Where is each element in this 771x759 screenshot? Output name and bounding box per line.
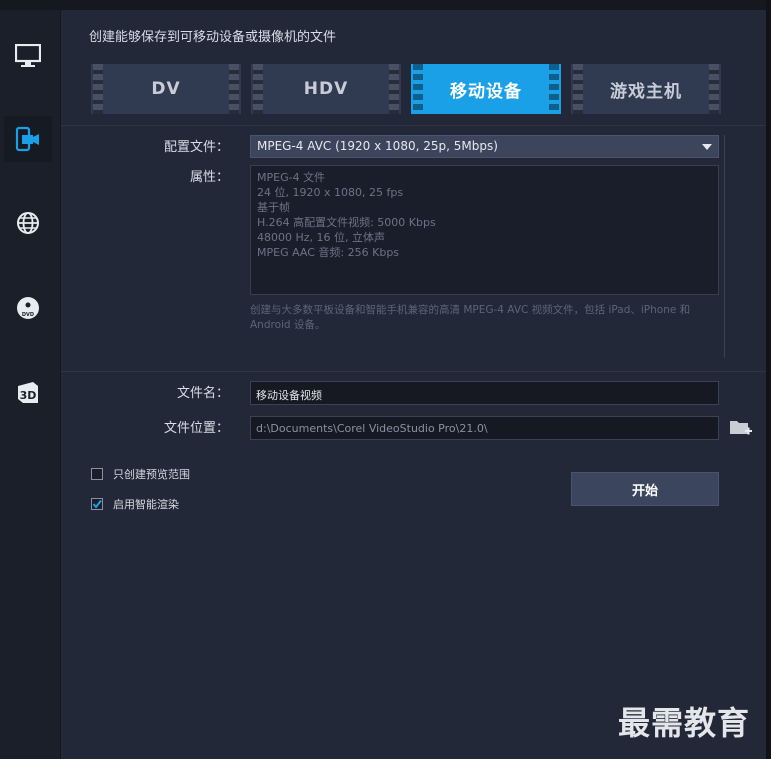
tab-game-console[interactable]: 游戏主机 [571,64,721,114]
tab-mobile-device[interactable]: 移动设备 [411,64,561,114]
sidebar-item-3d[interactable]: 3D [4,370,52,416]
chevron-down-icon [702,144,712,150]
property-line: H.264 高配置文件视频: 5000 Kbps [257,216,436,229]
film-perforation-right [549,64,559,114]
divider [61,125,766,126]
sidebar-item-computer[interactable] [4,33,52,79]
window-top-border [0,0,771,10]
watermark: 最需教育 [618,704,751,742]
sidebar-item-dvd[interactable]: DVD [4,285,52,331]
tab-hdv-label: HDV [303,79,349,99]
property-line: MPEG AAC 音频: 256 Kbps [257,246,400,259]
properties-label: 属性： [189,170,229,185]
film-perforation-left [573,64,583,114]
tab-mobile-device-label: 移动设备 [450,81,522,102]
film-perforation-right [709,64,719,114]
dvd-icon: DVD [17,297,39,319]
profile-select[interactable]: MPEG-4 AVC (1920 x 1080, 25p, 5Mbps) [250,135,719,158]
preview-range-label: 只创建预览范围 [113,468,190,481]
property-line: 基于帧 [257,201,290,214]
tab-dv[interactable]: DV [91,64,241,114]
film-perforation-right [229,64,239,114]
3d-icon: 3D [18,382,38,403]
divider [61,371,766,372]
scrollbar-track[interactable] [724,135,725,358]
window-right-border [766,0,771,759]
main-panel: 创建能够保存到可移动设备或摄像机的文件 DV HDV 移动设备 游戏主机 配置文… [61,10,766,759]
property-line: MPEG-4 文件 [257,171,326,184]
preview-range-option[interactable]: 只创建预览范围 [91,466,190,482]
profile-select-value: MPEG-4 AVC (1920 x 1080, 25p, 5Mbps) [257,139,498,153]
filename-input[interactable]: 移动设备视频 [250,381,719,405]
property-line: 24 位, 1920 x 1080, 25 fps [257,186,404,199]
properties-box: MPEG-4 文件 24 位, 1920 x 1080, 25 fps 基于帧 … [250,165,719,295]
mobile-camera-icon [15,126,39,152]
sidebar-item-mobile[interactable] [4,116,52,162]
film-perforation-left [93,64,103,114]
location-input[interactable]: d:\Documents\Corel VideoStudio Pro\21.0\ [250,416,719,440]
sidebar: DVD 3D [0,10,61,759]
sidebar-item-web[interactable] [4,200,52,246]
folder-add-icon [730,421,752,435]
monitor-icon [15,44,41,67]
browse-folder-button[interactable] [729,417,753,439]
film-perforation-left [413,64,423,114]
tab-hdv[interactable]: HDV [251,64,401,114]
page-title: 创建能够保存到可移动设备或摄像机的文件 [89,30,337,45]
start-button[interactable]: 开始 [571,472,719,506]
tab-dv-label: DV [151,79,181,99]
property-line: 48000 Hz, 16 位, 立体声 [257,231,386,244]
profile-description: 创建与大多数平板设备和智能手机兼容的高清 MPEG-4 AVC 视频文件，包括 … [250,304,691,331]
preview-range-checkbox[interactable] [91,468,103,480]
checkmark-icon [92,499,102,509]
smart-render-label: 启用智能渲染 [113,498,179,511]
globe-icon [17,212,39,234]
smart-render-checkbox[interactable] [91,498,103,510]
profile-label: 配置文件： [163,140,229,155]
dvd-icon-label: DVD [22,312,34,318]
film-perforation-right [389,64,399,114]
filename-label: 文件名： [176,386,229,401]
location-label: 文件位置： [163,421,229,436]
tab-game-console-label: 游戏主机 [610,81,682,102]
3d-icon-label: 3D [20,389,37,402]
film-perforation-left [253,64,263,114]
smart-render-option[interactable]: 启用智能渲染 [91,496,179,512]
